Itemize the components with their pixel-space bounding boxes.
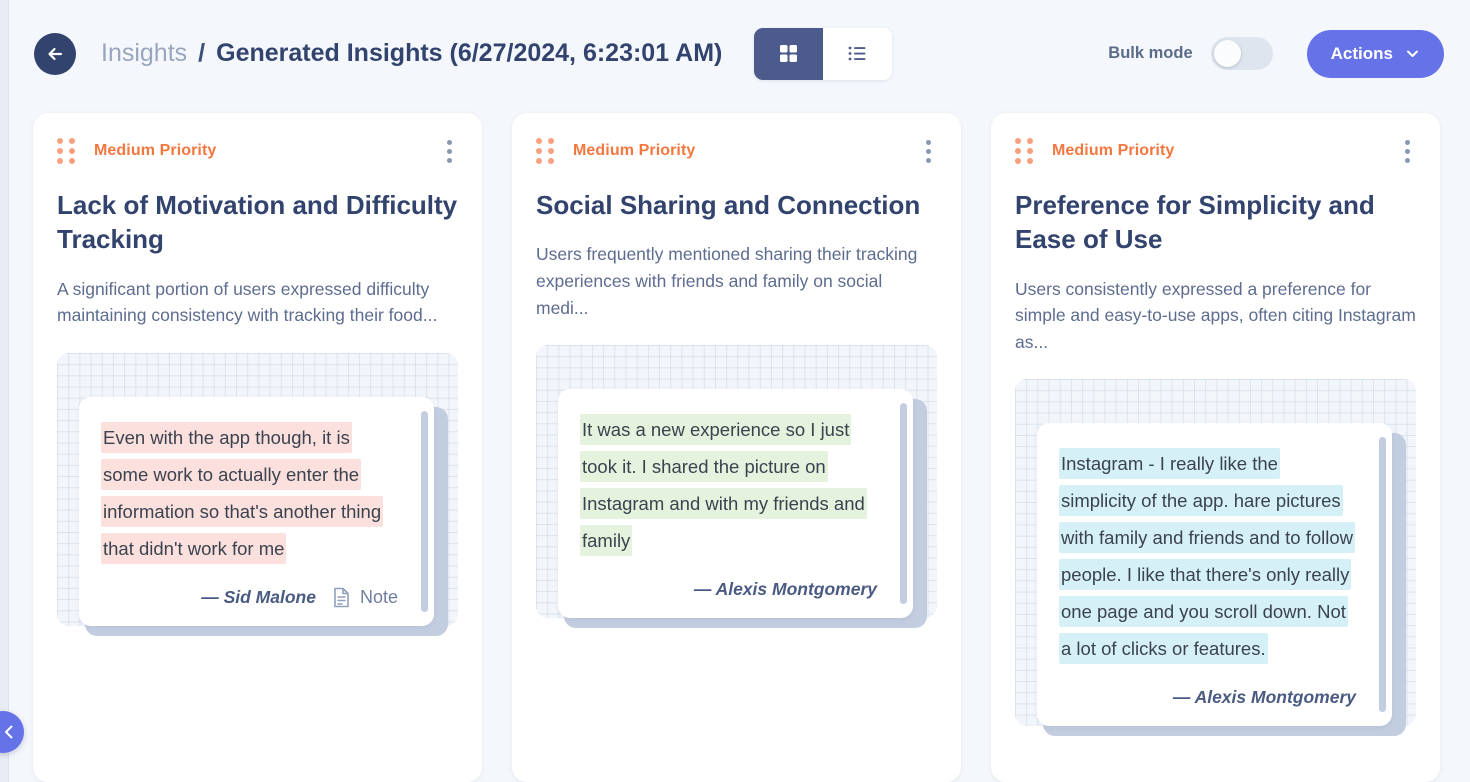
card-summary: Users consistently expressed a preferenc…: [1015, 278, 1416, 352]
insight-card[interactable]: Medium Priority Preference for Simplicit…: [991, 113, 1440, 782]
quote-card-stack: It was a new experience so I just took i…: [536, 389, 937, 629]
quote-highlight: Instagram - I really like the simplicity…: [1059, 448, 1356, 665]
card-title: Preference for Simplicity and Ease of Us…: [1015, 190, 1375, 255]
drag-dot: [1027, 158, 1033, 164]
kebab-menu-icon[interactable]: [441, 138, 458, 165]
card-header: Medium Priority: [1015, 138, 1416, 165]
card-title: Lack of Motivation and Difficulty Tracki…: [57, 190, 458, 255]
kebab-menu-icon[interactable]: [920, 138, 937, 165]
insight-card[interactable]: Medium Priority Social Sharing and Conne…: [512, 113, 961, 782]
breadcrumb-separator: /: [198, 39, 206, 67]
quote-card[interactable]: It was a new experience so I just took i…: [558, 389, 913, 619]
kebab-dot: [926, 139, 931, 145]
drag-dot: [69, 158, 75, 164]
drag-dot: [69, 138, 75, 144]
quote-scrollbar[interactable]: [1379, 437, 1386, 713]
quote-text: Instagram - I really like the simplicity…: [1059, 445, 1370, 667]
grid-view-button[interactable]: [754, 27, 824, 80]
quote-author: — Alexis Montgomery: [693, 579, 877, 600]
card-title: Social Sharing and Connection: [536, 190, 921, 220]
drag-dot: [548, 158, 554, 164]
priority-badge: Medium Priority: [94, 142, 217, 159]
insight-card[interactable]: Medium Priority Lack of Motivation and D…: [33, 113, 482, 782]
card-summary: Users frequently mentioned sharing their…: [536, 244, 918, 318]
list-view-icon: [848, 46, 866, 61]
back-button[interactable]: [34, 32, 76, 75]
quote-highlight: It was a new experience so I just took i…: [580, 414, 867, 557]
kebab-dot: [926, 148, 931, 154]
drag-dot: [536, 148, 542, 154]
quote-author: — Alexis Montgomery: [1172, 687, 1356, 708]
quote-scrollbar[interactable]: [900, 403, 907, 605]
drag-dot: [536, 158, 542, 164]
drag-dot: [57, 148, 63, 154]
bulk-mode-label: Bulk mode: [1108, 44, 1193, 62]
page-root: Insights / Generated Insights (6/27/2024…: [9, 0, 1470, 782]
drag-dot: [1015, 138, 1021, 144]
drag-dot: [57, 158, 63, 164]
kebab-dot: [447, 157, 452, 163]
quote-source-label: Note: [359, 586, 398, 607]
quote-card-stack: Instagram - I really like the simplicity…: [1015, 423, 1416, 737]
list-view-button[interactable]: [823, 27, 893, 80]
drag-dot: [69, 148, 75, 154]
header-actions: Bulk mode Actions: [1108, 29, 1444, 78]
quote-text: It was a new experience so I just took i…: [580, 411, 891, 559]
view-mode-toggle: [754, 27, 893, 80]
breadcrumb-parent[interactable]: Insights: [101, 39, 187, 68]
quote-text: Even with the app though, it is some wor…: [101, 419, 412, 567]
document-icon: [334, 587, 349, 608]
quote-card[interactable]: Instagram - I really like the simplicity…: [1037, 423, 1392, 727]
drag-dot: [548, 138, 554, 144]
grid-view-icon: [780, 45, 798, 62]
drag-dot: [536, 138, 542, 144]
quote-card-stack: Even with the app though, it is some wor…: [57, 396, 458, 636]
quote-footer: — Alexis Montgomery: [580, 579, 891, 600]
quote-author: — Sid Malone: [201, 586, 316, 607]
drag-dot: [57, 138, 63, 144]
kebab-dot: [1405, 148, 1410, 154]
drag-dot: [1027, 148, 1033, 154]
kebab-dot: [447, 139, 452, 145]
quote-canvas: Instagram - I really like the simplicity…: [1015, 379, 1416, 737]
drag-dot: [548, 148, 554, 154]
actions-button-label: Actions: [1330, 43, 1393, 63]
breadcrumb-current: Generated Insights (6/27/2024, 6:23:01 A…: [216, 39, 723, 67]
card-header: Medium Priority: [536, 138, 937, 165]
quote-highlight: Even with the app though, it is some wor…: [101, 421, 384, 564]
chevron-down-icon: [1407, 50, 1418, 57]
arrow-left-icon: [48, 47, 63, 60]
actions-button[interactable]: Actions: [1306, 29, 1444, 78]
priority-badge: Medium Priority: [573, 142, 696, 159]
drag-handle-icon[interactable]: [536, 138, 554, 164]
quote-card[interactable]: Even with the app though, it is some wor…: [79, 396, 434, 626]
card-summary: A significant portion of users expressed…: [57, 278, 438, 326]
insight-card-grid: Medium Priority Lack of Motivation and D…: [33, 113, 1453, 782]
page-header: Insights / Generated Insights (6/27/2024…: [9, 0, 1470, 107]
card-header: Medium Priority: [57, 138, 458, 165]
kebab-menu-icon[interactable]: [1399, 138, 1416, 165]
breadcrumb: Insights / Generated Insights (6/27/2024…: [101, 39, 722, 68]
kebab-dot: [1405, 139, 1410, 145]
drag-dot: [1015, 158, 1021, 164]
quote-canvas: It was a new experience so I just took i…: [536, 345, 937, 629]
quote-canvas: Even with the app though, it is some wor…: [57, 353, 458, 636]
chevron-left-icon: [5, 725, 13, 739]
kebab-dot: [447, 148, 452, 154]
drag-handle-icon[interactable]: [57, 138, 75, 164]
drag-dot: [1015, 148, 1021, 154]
drag-handle-icon[interactable]: [1015, 138, 1033, 164]
priority-badge: Medium Priority: [1052, 142, 1175, 159]
quote-scrollbar[interactable]: [421, 410, 428, 612]
quote-source-chip[interactable]: Note: [332, 587, 398, 608]
bulk-mode-switch[interactable]: [1210, 37, 1273, 70]
kebab-dot: [926, 157, 931, 163]
quote-footer: — Sid Malone Note: [101, 587, 412, 608]
drag-dot: [1027, 138, 1033, 144]
kebab-dot: [1405, 157, 1410, 163]
quote-footer: — Alexis Montgomery: [1059, 687, 1370, 708]
collapsed-sidebar-rail: [0, 0, 9, 782]
bulk-mode-switch-knob: [1213, 40, 1241, 67]
